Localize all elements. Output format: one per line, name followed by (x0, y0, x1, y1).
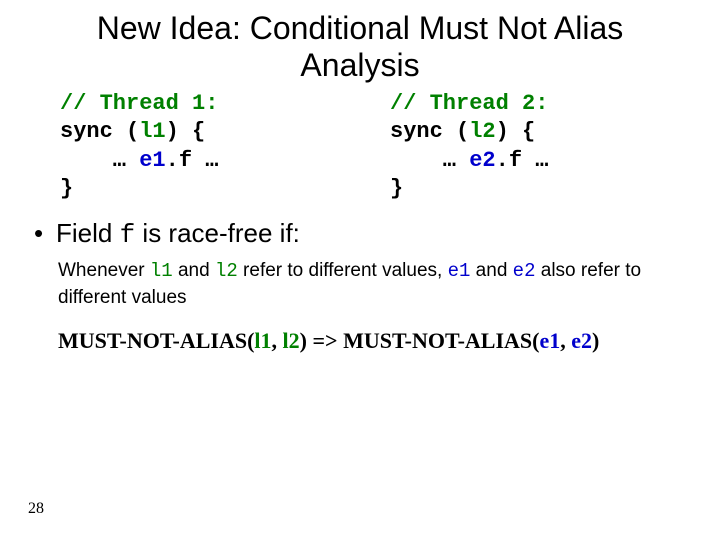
t2-sync-open: sync ( (390, 119, 469, 144)
bullet-line: • Field f is race-free if: (0, 204, 720, 256)
t1-body-pre: … (60, 148, 139, 173)
sub-c: refer to different values, (238, 260, 448, 281)
f-l2: l2 (283, 328, 300, 353)
thread-1-comment: // Thread 1: (60, 91, 218, 116)
slide: New Idea: Conditional Must Not Alias Ana… (0, 0, 720, 540)
f-c: ) => MUST-NOT-ALIAS( (300, 328, 540, 353)
code-columns: // Thread 1: sync (l1) { … e1.f … } // T… (0, 90, 720, 204)
f-e2: e2 (571, 328, 592, 353)
subtext: Whenever l1 and l2 refer to different va… (0, 256, 720, 310)
t1-sync-open: sync ( (60, 119, 139, 144)
page-number: 28 (28, 500, 44, 518)
t1-lock-var: l1 (139, 119, 165, 144)
formula-line: MUST-NOT-ALIAS(l1, l2) => MUST-NOT-ALIAS… (0, 310, 720, 354)
sub-l2: l2 (215, 260, 238, 282)
slide-title: New Idea: Conditional Must Not Alias Ana… (0, 0, 720, 88)
bullet-pre: Field (56, 218, 120, 248)
bullet-f: f (120, 220, 136, 250)
f-l1: l1 (254, 328, 271, 353)
t1-expr-var: e1 (139, 148, 165, 173)
t1-body-post: .f … (166, 148, 219, 173)
t2-body-post: .f … (496, 148, 549, 173)
f-b: , (272, 328, 283, 353)
f-d: , (560, 328, 571, 353)
t2-body-pre: … (390, 148, 469, 173)
f-e: ) (592, 328, 599, 353)
sub-e2: e2 (513, 260, 536, 282)
t2-expr-var: e2 (469, 148, 495, 173)
bullet-text: Field f is race-free if: (56, 218, 300, 250)
t1-sync-close: ) { (166, 119, 206, 144)
sub-d: and (470, 260, 512, 281)
thread-2-comment: // Thread 2: (390, 91, 548, 116)
sub-e1: e1 (448, 260, 471, 282)
sub-a: Whenever (58, 260, 150, 281)
f-a: MUST-NOT-ALIAS( (58, 328, 254, 353)
t1-close-brace: } (60, 176, 73, 201)
t2-sync-close: ) { (496, 119, 536, 144)
bullet-post: is race-free if: (135, 218, 300, 248)
bullet-dot: • (34, 218, 56, 249)
sub-l1: l1 (150, 260, 173, 282)
thread-1-code: // Thread 1: sync (l1) { … e1.f … } (60, 90, 350, 204)
f-e1: e1 (540, 328, 561, 353)
thread-2-code: // Thread 2: sync (l2) { … e2.f … } (350, 90, 680, 204)
t2-lock-var: l2 (469, 119, 495, 144)
t2-close-brace: } (390, 176, 403, 201)
sub-b: and (173, 260, 215, 281)
